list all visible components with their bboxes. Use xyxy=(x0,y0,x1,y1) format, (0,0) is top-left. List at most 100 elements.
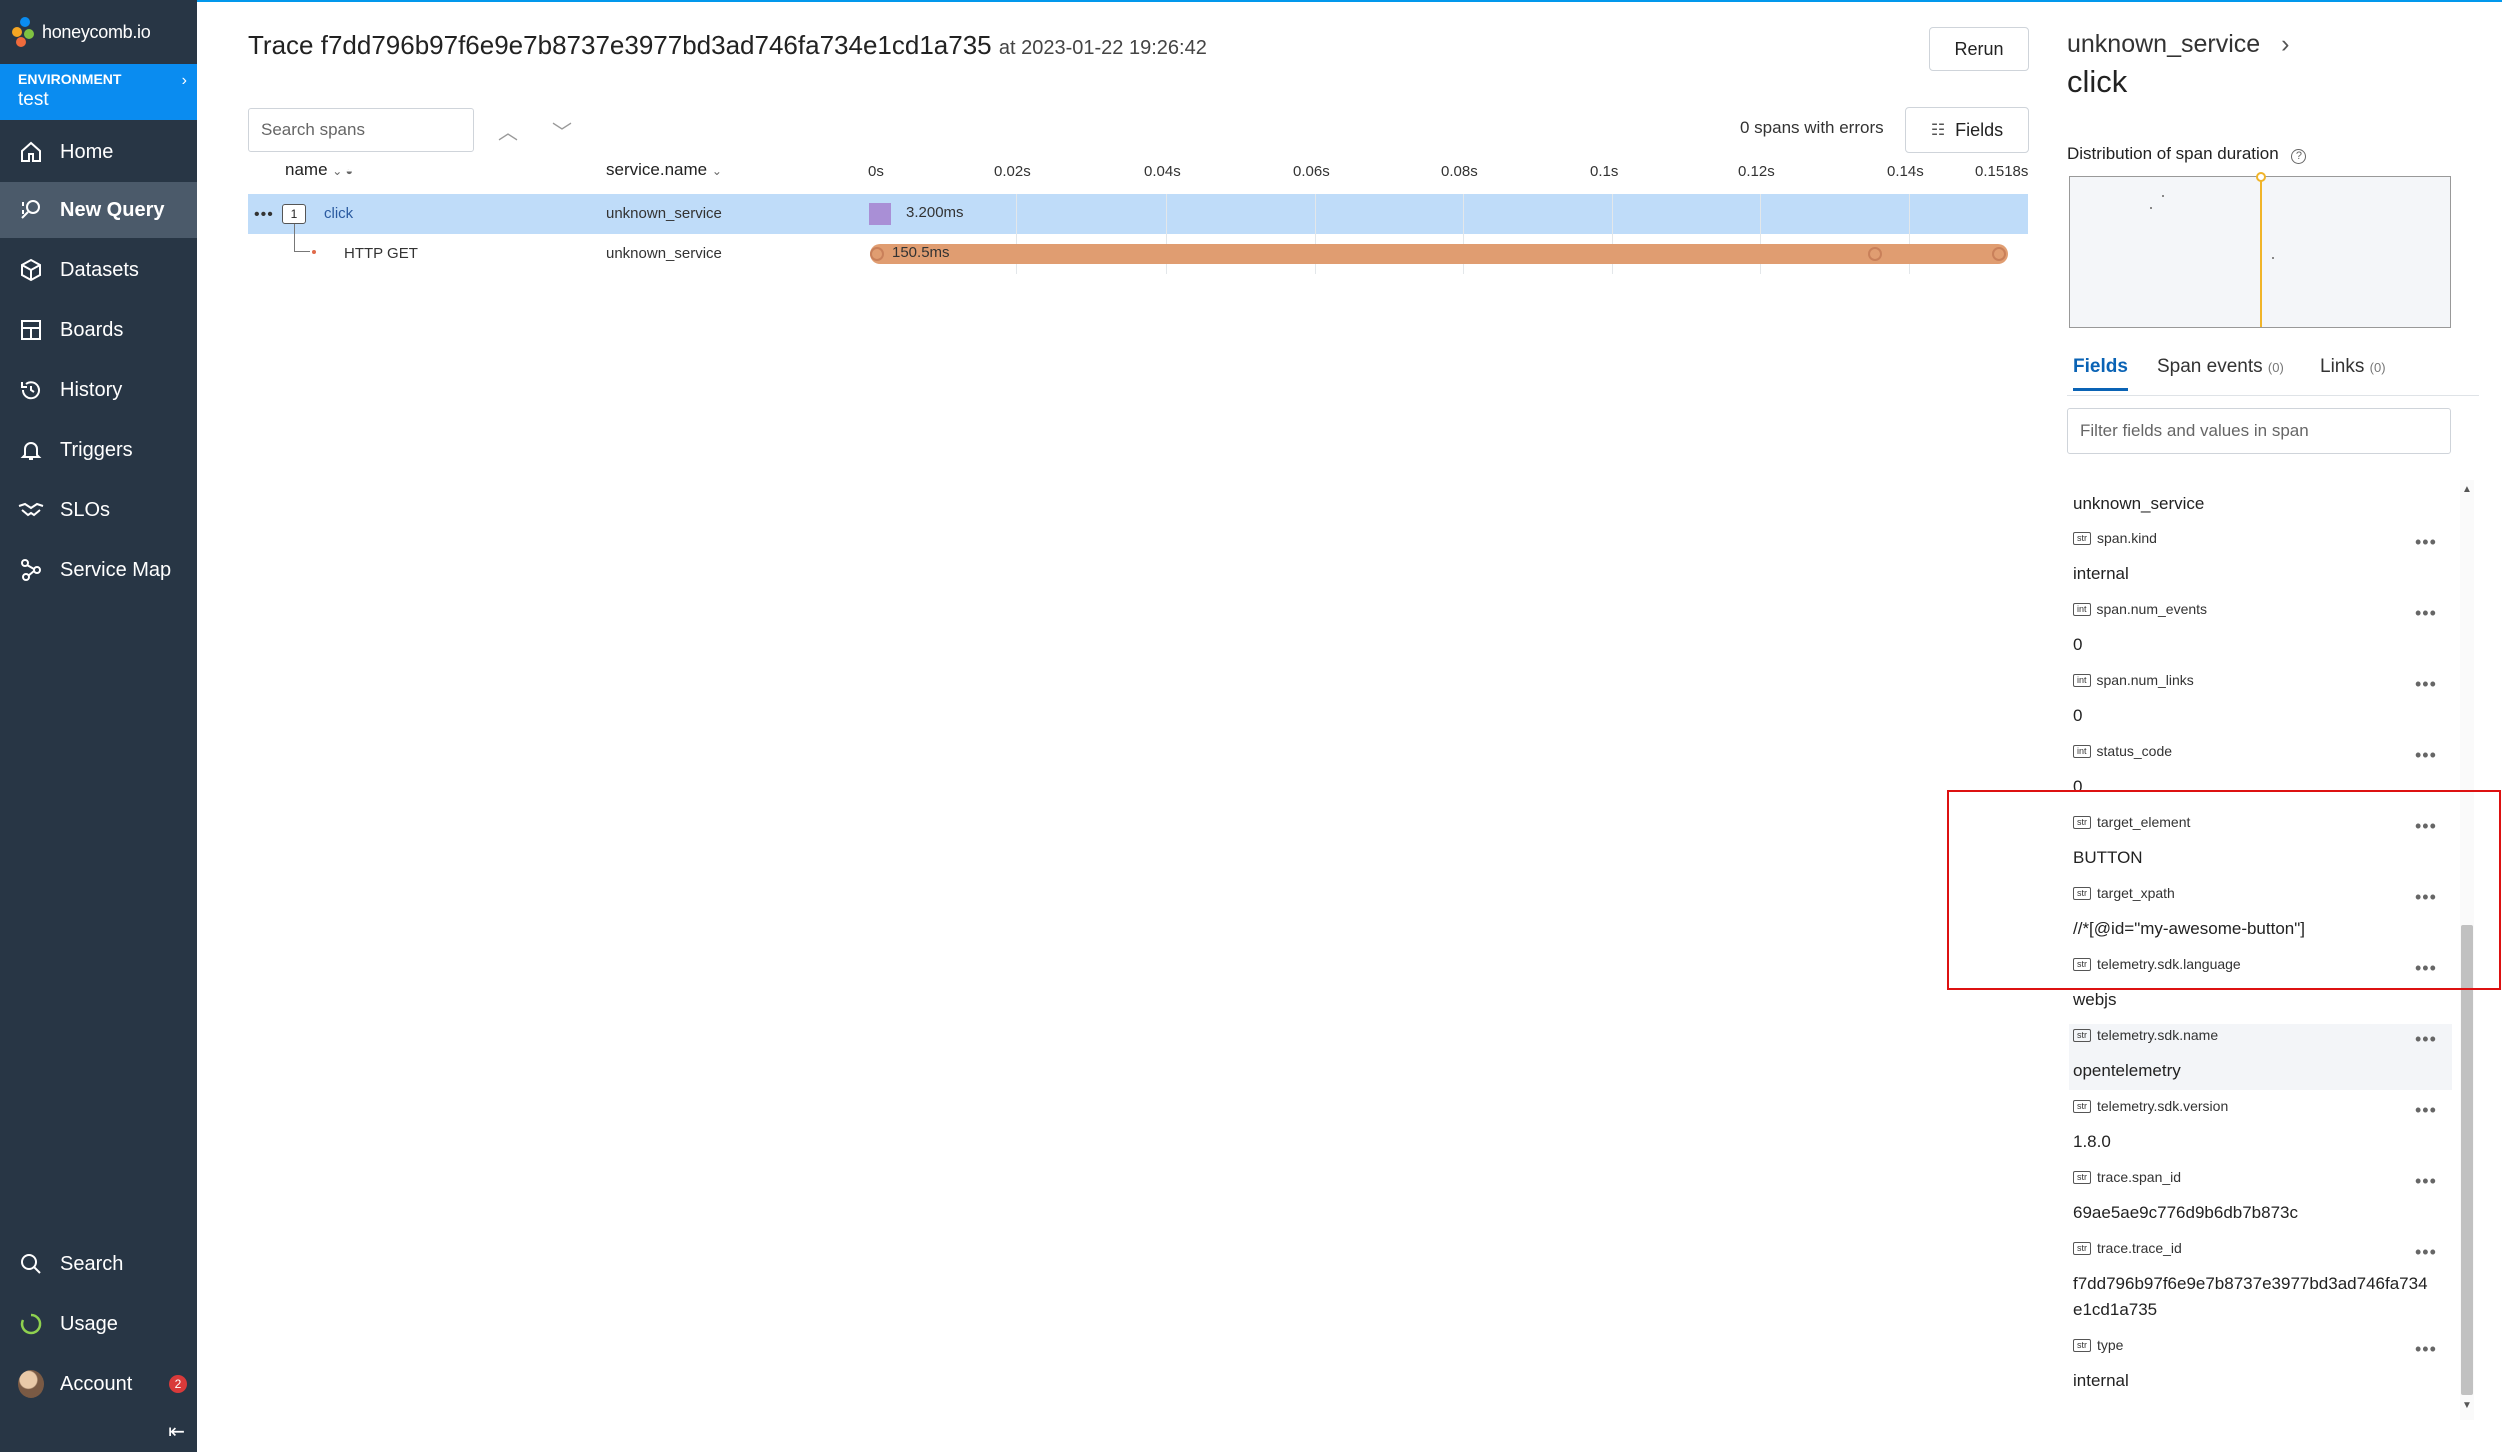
sidebar-item-search[interactable]: Search xyxy=(0,1236,197,1292)
tab-label: Links xyxy=(2320,356,2365,377)
collapse-sidebar-icon[interactable]: ⇤ xyxy=(168,1419,185,1444)
sidebar-item-boards[interactable]: Boards xyxy=(0,302,197,358)
tab-span-events[interactable]: Span events (0) xyxy=(2157,356,2284,378)
field-type-tag: str xyxy=(2073,1028,2091,1042)
field-name-row: str telemetry.sdk.name xyxy=(2073,1027,2218,1043)
boards-icon xyxy=(18,317,44,343)
field-name: span.num_events xyxy=(2096,601,2208,617)
field-value[interactable]: 1.8.0 xyxy=(2073,1132,2111,1152)
tab-fields[interactable]: Fields xyxy=(2073,356,2128,391)
field-value-continued[interactable]: e1cd1a735 xyxy=(2073,1300,2157,1320)
history-icon xyxy=(18,377,44,403)
help-icon[interactable]: ? xyxy=(2291,149,2307,164)
field-type-tag: int xyxy=(2073,673,2091,687)
tab-count: (0) xyxy=(2369,360,2386,375)
field-menu-icon[interactable]: ••• xyxy=(2415,745,2437,766)
avatar xyxy=(18,1370,44,1398)
sidebar-item-account[interactable]: Account 2 xyxy=(0,1356,197,1412)
timeline-tick-label: 0.08s xyxy=(1441,163,1478,180)
bell-icon xyxy=(18,437,44,463)
chevron-down-icon[interactable]: ﹀ xyxy=(552,116,572,145)
tab-links[interactable]: Links (0) xyxy=(2320,356,2386,378)
columns-icon: ☷ xyxy=(1930,122,1946,139)
sidebar-item-slos[interactable]: SLOs xyxy=(0,482,197,538)
field-value[interactable]: f7dd796b97f6e9e7b8737e3977bd3ad746fa734 xyxy=(2073,1274,2428,1294)
sidebar-item-label: Usage xyxy=(60,1312,118,1335)
column-name-label: name xyxy=(285,160,328,179)
field-menu-icon[interactable]: ••• xyxy=(2415,1100,2437,1121)
scroll-down-arrow[interactable]: ▼ xyxy=(2462,1400,2472,1411)
fields-button[interactable]: ☷ Fields xyxy=(1905,107,2029,153)
field-menu-icon[interactable]: ••• xyxy=(2415,603,2437,624)
child-count-toggle[interactable]: 1 xyxy=(282,204,306,224)
field-name: telemetry.sdk.name xyxy=(2097,1027,2219,1043)
scrollbar-thumb[interactable] xyxy=(2461,925,2473,1395)
top-accent-line xyxy=(0,0,2502,2)
search-icon xyxy=(18,1251,44,1277)
sort-chevron-icon: ⌄ xyxy=(711,164,722,178)
sidebar-item-label: History xyxy=(60,378,123,401)
field-name-row: str type xyxy=(2073,1337,2123,1353)
field-value[interactable]: opentelemetry xyxy=(2073,1061,2181,1081)
honeycomb-logo[interactable]: honeycomb.io xyxy=(10,12,190,52)
sidebar-item-home[interactable]: Home xyxy=(0,124,197,180)
timeline-tick-label: 0s xyxy=(868,163,884,180)
column-service-label: service.name xyxy=(606,160,708,179)
logo-text: honeycomb.io xyxy=(42,21,151,42)
field-menu-icon[interactable]: ••• xyxy=(2415,1339,2437,1360)
sidebar-item-triggers[interactable]: Triggers xyxy=(0,422,197,478)
sort-chevron-icon: ⌄ ◒ xyxy=(332,164,353,178)
sidebar-item-service-map[interactable]: Service Map xyxy=(0,542,197,598)
span-bar-click[interactable] xyxy=(869,203,891,225)
timeline-tick-label: 0.06s xyxy=(1293,163,1330,180)
field-menu-icon[interactable]: ••• xyxy=(2415,532,2437,553)
column-header-name[interactable]: name ⌄ ◒ xyxy=(285,160,353,180)
trace-title-wrap: Trace f7dd796b97f6e9e7b8737e3977bd3ad746… xyxy=(248,30,1207,61)
span-duration-http-get: 150.5ms xyxy=(892,244,950,261)
field-type-tag: str xyxy=(2073,1170,2091,1184)
span-event-dot[interactable] xyxy=(870,247,884,261)
span-duration-click: 3.200ms xyxy=(906,204,964,221)
field-value[interactable]: internal xyxy=(2073,564,2129,584)
field-value[interactable]: 0 xyxy=(2073,635,2082,655)
chevron-up-icon[interactable]: ︿ xyxy=(498,116,518,145)
filter-fields-input[interactable]: Filter fields and values in span xyxy=(2067,408,2451,454)
sidebar-item-datasets[interactable]: Datasets xyxy=(0,242,197,298)
sidebar-item-label: Home xyxy=(60,140,114,163)
tree-node-dot xyxy=(312,250,316,254)
rerun-button[interactable]: Rerun xyxy=(1929,27,2029,71)
sidebar-item-history[interactable]: History xyxy=(0,362,197,418)
environment-value: test xyxy=(18,89,49,110)
row-menu-icon[interactable]: ••• xyxy=(254,206,274,224)
field-value[interactable]: 0 xyxy=(2073,706,2082,726)
field-value[interactable]: internal xyxy=(2073,1371,2129,1391)
span-event-dot[interactable] xyxy=(1992,247,2006,261)
panel-service-name[interactable]: unknown_service › xyxy=(2067,30,2289,59)
span-name-http-get[interactable]: HTTP GET xyxy=(344,245,418,262)
span-bar-http-get[interactable] xyxy=(870,244,2008,264)
span-duration-histogram[interactable] xyxy=(2069,172,2451,328)
field-type-tag: str xyxy=(2073,1338,2091,1352)
field-value[interactable]: 69ae5ae9c776d9b6db7b873c xyxy=(2073,1203,2298,1223)
sidebar-item-label: Datasets xyxy=(60,258,139,281)
chevron-right-icon: › xyxy=(2281,30,2290,58)
field-menu-icon[interactable]: ••• xyxy=(2415,1242,2437,1263)
table-row-selected[interactable] xyxy=(248,194,2028,234)
search-spans-input[interactable]: Search spans xyxy=(248,108,474,152)
span-service: unknown_service xyxy=(606,205,722,222)
sidebar-item-label: Search xyxy=(60,1252,124,1275)
span-name-click[interactable]: click xyxy=(324,205,353,222)
field-value[interactable]: unknown_service xyxy=(2073,494,2204,514)
scroll-up-arrow[interactable]: ▲ xyxy=(2462,484,2472,495)
field-menu-icon[interactable]: ••• xyxy=(2415,1029,2437,1050)
panel-tabs: Fields Span events (0) Links (0) xyxy=(2067,356,2479,396)
environment-selector[interactable]: ENVIRONMENT test › xyxy=(0,64,197,120)
field-menu-icon[interactable]: ••• xyxy=(2415,674,2437,695)
field-menu-icon[interactable]: ••• xyxy=(2415,1171,2437,1192)
sidebar-item-new-query[interactable]: New Query xyxy=(0,182,197,238)
span-event-dot[interactable] xyxy=(1868,247,1882,261)
sidebar-item-usage[interactable]: Usage xyxy=(0,1296,197,1352)
column-header-service[interactable]: service.name ⌄ xyxy=(606,160,722,180)
field-value[interactable]: webjs xyxy=(2073,990,2116,1010)
field-name-row: int status_code xyxy=(2073,743,2172,759)
